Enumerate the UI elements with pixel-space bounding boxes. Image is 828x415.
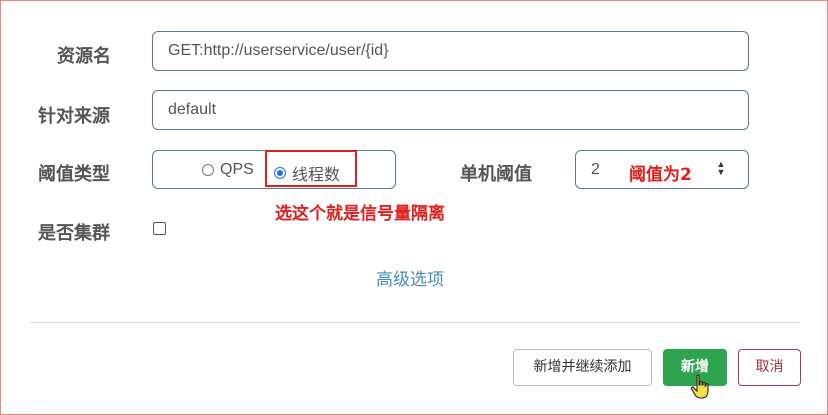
limit-app-label: 针对来源 <box>38 106 110 127</box>
resource-input[interactable]: GET:http://userservice/user/{id} <box>152 31 749 71</box>
resource-label: 资源名 <box>57 46 111 67</box>
count-label: 单机阈值 <box>460 164 532 185</box>
spinner-arrows-icon[interactable]: ▲ ▼ <box>712 160 730 180</box>
limit-app-input[interactable]: default <box>152 90 749 130</box>
advanced-options-link[interactable]: 高级选项 <box>376 265 444 290</box>
hand-pointer-icon <box>690 374 709 399</box>
cancel-button[interactable]: 取消 <box>738 349 801 386</box>
checkbox-icon[interactable] <box>153 222 166 235</box>
grade-option-qps-label: QPS <box>220 161 254 178</box>
annotation-threshold-note: 阈值为2 <box>629 165 692 185</box>
annotation-isolation-note: 选这个就是信号量隔离 <box>275 204 445 224</box>
grade-option-qps[interactable]: QPS <box>202 161 254 179</box>
count-value: 2 <box>591 161 600 178</box>
footer-divider <box>30 322 800 323</box>
cluster-label: 是否集群 <box>38 223 110 244</box>
radio-unchecked-icon[interactable] <box>202 164 214 176</box>
add-and-continue-button[interactable]: 新增并继续添加 <box>513 349 652 386</box>
grade-label: 阈值类型 <box>38 164 110 185</box>
annotation-highlight-box <box>265 150 357 187</box>
